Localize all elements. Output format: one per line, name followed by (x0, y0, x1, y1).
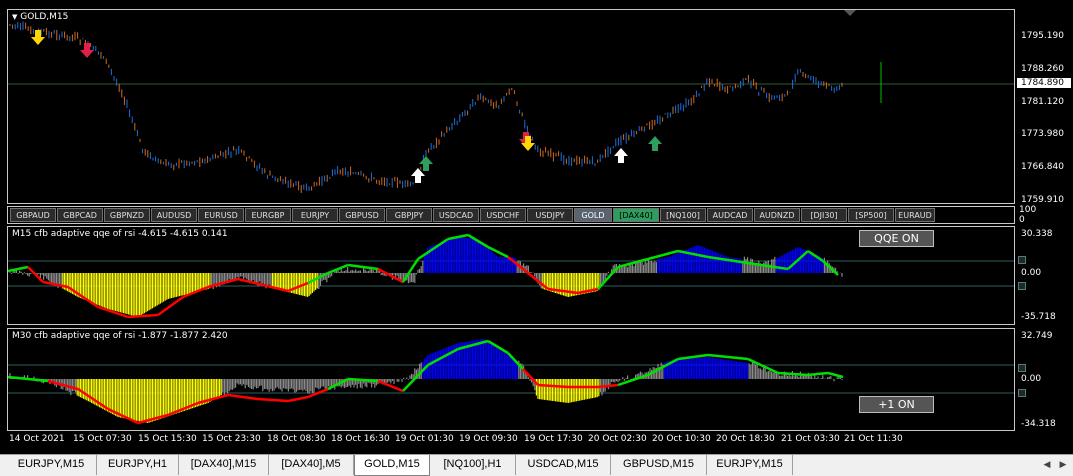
time-tick: 15 Oct 23:30 (202, 434, 261, 444)
indicator1-pane[interactable]: M15 cfb adaptive qqe of rsi -4.615 -4.61… (7, 226, 1015, 325)
symbol-button-gold[interactable]: GOLD (574, 208, 612, 222)
price-tick: 1795.190 (1021, 31, 1064, 41)
symbol-bar-axis: 100 0 (1017, 204, 1073, 226)
chart-tab-bar: ◀ ▶ EURJPY,M15 EURJPY,H1 [DAX40],M15 [DAX40… (0, 454, 1073, 476)
chart-tab[interactable]: [NQ100],H1 (430, 455, 516, 475)
chart-tab[interactable]: GOLD,M15 (354, 455, 430, 476)
scroll-right-icon[interactable]: ▶ (1056, 458, 1070, 472)
time-tick: 21 Oct 03:30 (781, 434, 840, 444)
symbol-button-gbpjpy[interactable]: GBPJPY (386, 208, 432, 222)
time-tick: 14 Oct 2021 (9, 434, 65, 444)
indicator2-pane[interactable]: M30 cfb adaptive qqe of rsi -1.877 -1.87… (7, 328, 1015, 431)
sell-arrow-icon (80, 43, 94, 58)
price-axis: 1795.190 1788.260 1784.890 1781.120 1773… (1017, 9, 1073, 205)
time-tick: 20 Oct 10:30 (652, 434, 711, 444)
indicator2-plot (8, 339, 1014, 425)
buy-arrow-icon (648, 136, 662, 151)
time-tick: 15 Oct 15:30 (138, 434, 197, 444)
time-tick: 20 Oct 02:30 (588, 434, 647, 444)
symbol-button-euraud[interactable]: EURAUD (895, 208, 935, 222)
chart-tab[interactable]: EURJPY,M15 (6, 455, 97, 475)
plus-one-on-button[interactable]: +1 ON (859, 396, 934, 413)
chart-tab[interactable]: USDCAD,M15 (516, 455, 611, 475)
indicator2-axis: 32.749 0.00 -34.318 (1017, 328, 1073, 431)
symbol-button-audusd[interactable]: AUDUSD (151, 208, 197, 222)
symbol-button-nq100[interactable]: [NQ100] (660, 208, 706, 222)
chart-tab[interactable]: EURJPY,H1 (97, 455, 179, 475)
price-candles (8, 10, 1014, 194)
level-marker-icon (1018, 282, 1026, 290)
time-tick: 15 Oct 07:30 (73, 434, 132, 444)
time-tick: 18 Oct 08:30 (267, 434, 326, 444)
symbol-button-usdjpy[interactable]: USDJPY (527, 208, 573, 222)
symbol-button-usdchf[interactable]: USDCHF (480, 208, 526, 222)
symbol-button-gbpaud[interactable]: GBPAUD (10, 208, 56, 222)
chart-tab[interactable]: GBPUSD,M15 (611, 455, 707, 475)
level-marker-icon (1018, 256, 1026, 264)
symbol-button-eurgbp[interactable]: EURGBP (245, 208, 291, 222)
indicator1-label: M15 cfb adaptive qqe of rsi -4.615 -4.61… (12, 229, 228, 239)
buy-arrow-icon (614, 148, 628, 163)
symbol-button-eurjpy[interactable]: EURJPY (292, 208, 338, 222)
symbol-button-dji30[interactable]: [DJI30] (801, 208, 847, 222)
chart-title: ▼ GOLD,M15 (12, 12, 69, 22)
symbol-button-audnzd[interactable]: AUDNZD (754, 208, 800, 222)
time-tick: 18 Oct 16:30 (331, 434, 390, 444)
time-tick: 19 Oct 09:30 (459, 434, 518, 444)
chart-tab[interactable]: [DAX40],M15 (179, 455, 269, 475)
chart-area[interactable]: ▼ GOLD,M15 1795.190 1788.260 1784.890 17… (0, 0, 1073, 454)
chart-tab[interactable]: EURJPY,M15 (707, 455, 793, 475)
symbol-button-sp500[interactable]: [SP500] (848, 208, 894, 222)
symbol-button-bar: GBPAUD GBPCAD GBPNZD AUDUSD EURUSD EURGBP EURJ… (7, 206, 1015, 224)
level-marker-icon (1018, 364, 1026, 372)
symbol-button-audcad[interactable]: AUDCAD (707, 208, 753, 222)
price-tick: 1781.120 (1021, 97, 1064, 107)
buy-arrow-icon (411, 168, 425, 183)
level-marker-icon (1018, 389, 1026, 397)
time-tick: 19 Oct 17:30 (524, 434, 583, 444)
indicator1-axis: 30.338 0.00 -35.718 (1017, 226, 1073, 325)
time-axis: 14 Oct 2021 15 Oct 07:30 15 Oct 15:30 15 Oc… (0, 431, 1017, 449)
symbol-button-gbpusd[interactable]: GBPUSD (339, 208, 385, 222)
indicator2-label: M30 cfb adaptive qqe of rsi -1.877 -1.87… (12, 331, 228, 341)
price-tick: 1766.840 (1021, 162, 1064, 172)
price-tick: 1773.980 (1021, 129, 1064, 139)
symbol-button-eurusd[interactable]: EURUSD (198, 208, 244, 222)
chart-menu-triangle-icon[interactable]: ▼ (12, 13, 17, 21)
price-chart-pane[interactable]: ▼ GOLD,M15 (7, 9, 1015, 204)
time-tick: 21 Oct 11:30 (844, 434, 903, 444)
time-tick: 20 Oct 18:30 (716, 434, 775, 444)
time-tick: 19 Oct 01:30 (395, 434, 454, 444)
symbol-button-usdcad[interactable]: USDCAD (433, 208, 479, 222)
scroll-left-icon[interactable]: ◀ (1040, 458, 1054, 472)
chart-tab[interactable]: [DAX40],M5 (269, 455, 354, 475)
symbol-button-gbpnzd[interactable]: GBPNZD (104, 208, 150, 222)
symbol-button-dax40[interactable]: [DAX40] (613, 208, 659, 222)
symbol-button-gbpcad[interactable]: GBPCAD (57, 208, 103, 222)
price-tick: 1788.260 (1021, 64, 1064, 74)
current-price-label: 1784.890 (1017, 78, 1071, 88)
qqe-on-button[interactable]: QQE ON (859, 230, 934, 247)
